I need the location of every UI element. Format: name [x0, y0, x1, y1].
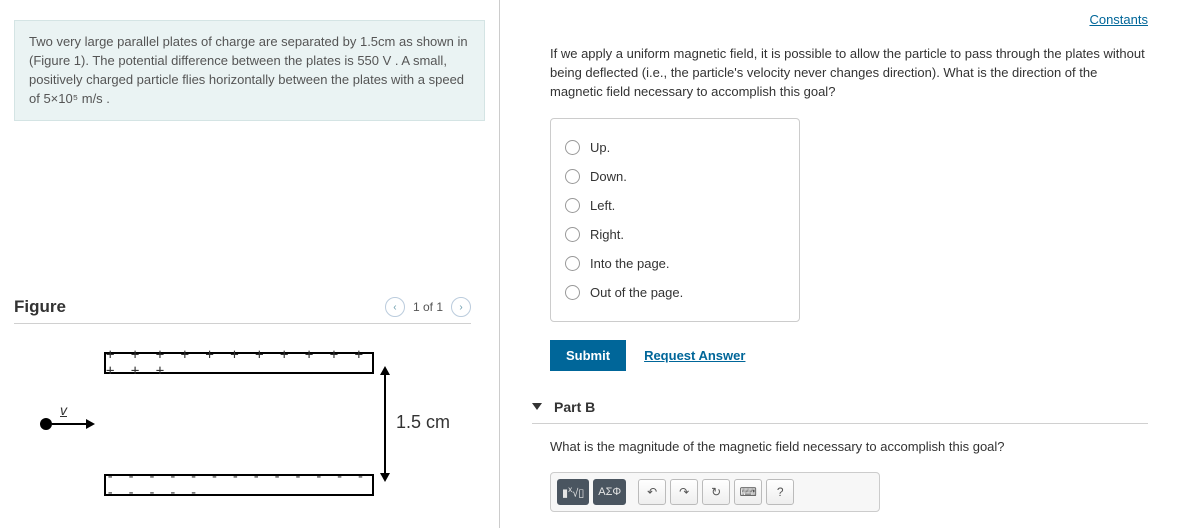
- left-column: Two very large parallel plates of charge…: [0, 0, 500, 528]
- option-label: Down.: [590, 169, 627, 184]
- answer-toolbar: ▮x√▯ ΑΣΦ ↶ ↷ ↻ ⌨ ?: [550, 472, 880, 512]
- figure-header: Figure ‹ 1 of 1 ›: [14, 297, 471, 324]
- velocity-arrow: v: [40, 418, 95, 430]
- dimension-arrow: [384, 374, 386, 474]
- figure-section: Figure ‹ 1 of 1 › + + + + + + + + + + + …: [0, 297, 485, 528]
- top-plate: + + + + + + + + + + + + + +: [104, 352, 374, 374]
- help-button[interactable]: ?: [766, 479, 794, 505]
- pager-next-button[interactable]: ›: [451, 297, 471, 317]
- option-up[interactable]: Up.: [565, 133, 785, 162]
- chevron-down-icon: [532, 403, 542, 410]
- pager-prev-button[interactable]: ‹: [385, 297, 405, 317]
- redo-icon: ↷: [679, 485, 689, 499]
- undo-button[interactable]: ↶: [638, 479, 666, 505]
- figure-diagram: + + + + + + + + + + + + + + - - - - - - …: [44, 344, 471, 514]
- templates-button[interactable]: ▮x√▯: [557, 479, 589, 505]
- radio-icon: [565, 227, 580, 242]
- option-label: Up.: [590, 140, 610, 155]
- pager-label: 1 of 1: [413, 300, 443, 314]
- part-a-question: If we apply a uniform magnetic field, it…: [550, 45, 1148, 102]
- option-label: Into the page.: [590, 256, 670, 271]
- redo-button[interactable]: ↷: [670, 479, 698, 505]
- option-left[interactable]: Left.: [565, 191, 785, 220]
- keyboard-button[interactable]: ⌨: [734, 479, 762, 505]
- part-b-title: Part B: [554, 399, 595, 415]
- radio-icon: [565, 285, 580, 300]
- constants-link[interactable]: Constants: [550, 10, 1148, 45]
- option-right[interactable]: Right.: [565, 220, 785, 249]
- option-label: Left.: [590, 198, 615, 213]
- undo-icon: ↶: [647, 485, 657, 499]
- submit-row: Submit Request Answer: [550, 340, 1148, 371]
- bottom-plate: - - - - - - - - - - - - - - - - - -: [104, 474, 374, 496]
- option-label: Right.: [590, 227, 624, 242]
- part-b-question: What is the magnitude of the magnetic fi…: [550, 438, 1148, 457]
- right-column: Constants If we apply a uniform magnetic…: [500, 0, 1178, 528]
- problem-statement: Two very large parallel plates of charge…: [14, 20, 485, 121]
- dimension-label: 1.5 cm: [396, 412, 450, 433]
- option-down[interactable]: Down.: [565, 162, 785, 191]
- submit-button[interactable]: Submit: [550, 340, 626, 371]
- radio-icon: [565, 198, 580, 213]
- reset-icon: ↻: [711, 485, 721, 499]
- greek-button[interactable]: ΑΣΦ: [593, 479, 626, 505]
- option-label: Out of the page.: [590, 285, 683, 300]
- figure-pager: ‹ 1 of 1 ›: [385, 297, 471, 317]
- figure-title: Figure: [14, 297, 66, 317]
- radio-icon: [565, 140, 580, 155]
- keyboard-icon: ⌨: [740, 485, 757, 499]
- request-answer-link[interactable]: Request Answer: [644, 348, 745, 363]
- radio-icon: [565, 169, 580, 184]
- options-group: Up. Down. Left. Right. Into the page. Ou…: [550, 118, 800, 322]
- option-into-page[interactable]: Into the page.: [565, 249, 785, 278]
- reset-button[interactable]: ↻: [702, 479, 730, 505]
- velocity-label: v: [60, 402, 67, 418]
- problem-text: Two very large parallel plates of charge…: [29, 34, 468, 106]
- radio-icon: [565, 256, 580, 271]
- templates-icon: ▮x√▯: [562, 485, 584, 500]
- part-b-header[interactable]: Part B: [532, 399, 1148, 424]
- option-out-of-page[interactable]: Out of the page.: [565, 278, 785, 307]
